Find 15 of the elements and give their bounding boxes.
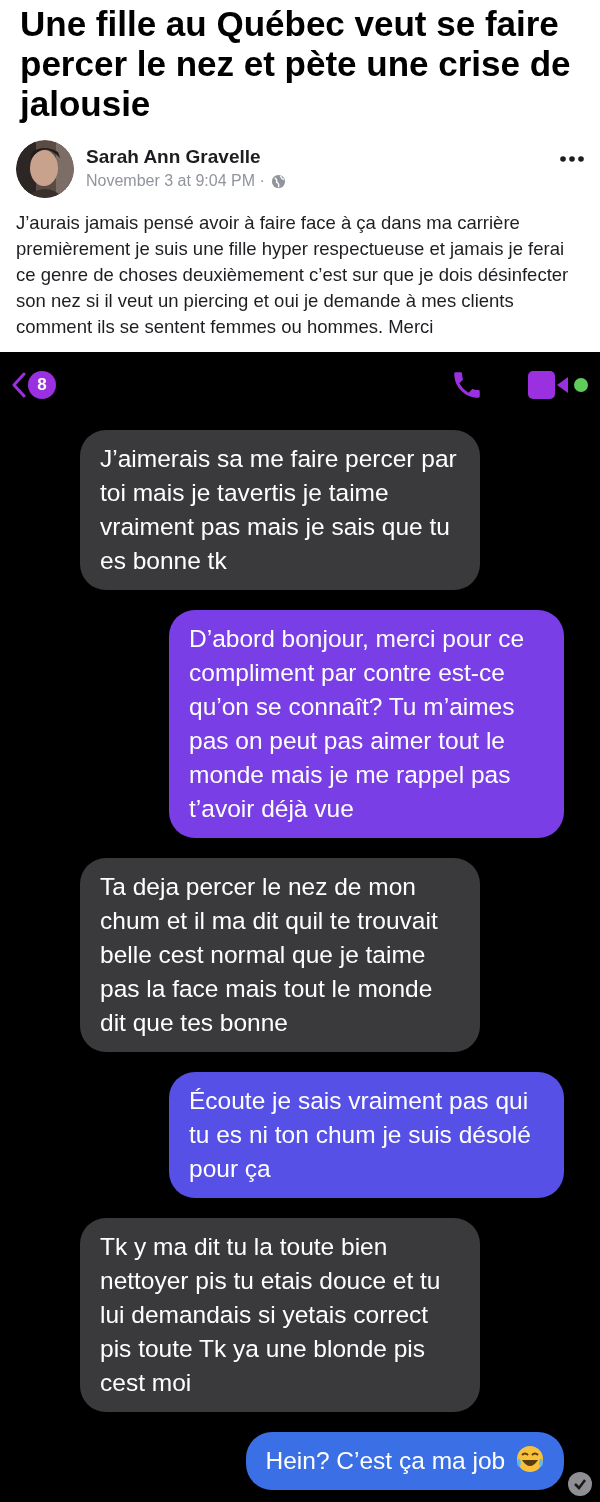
message-bubble: J’aimerais sa me faire percer par toi mais je tavertis je taime vraiment pas mais je sais que tu es bonne tk (80, 430, 480, 590)
post-time: November 3 at 9:04 PM · (86, 171, 265, 191)
more-icon[interactable] (560, 156, 584, 162)
author-name[interactable]: Sarah Ann Gravelle (86, 145, 548, 169)
post-text: J’aurais jamais pensé avoir à faire face à ça dans ma carrière premièrement je suis une fille hyper respectueuse et jamais je ferai ce genre de choses deuxièmement c’est sur que je dois désinfecter son nez si il veut un piercing et oui je demande à mes clients comment ils se sentent femmes ou hommes. Merci (16, 211, 570, 339)
unread-count-badge: 8 (28, 371, 56, 399)
back-icon[interactable] (12, 372, 26, 398)
video-call-icon[interactable] (528, 371, 570, 399)
message-bubble: Tk y ma dit tu la toute bien nettoyer pis tu etais douce et tu lui demandais si yetais correct pis toute Tk ya une blonde pis cest moi (80, 1218, 480, 1412)
headline: Une fille au Québec veut se faire percer le nez et pète une crise de jalousie (20, 4, 572, 124)
message-bubble: Hein? C’est ça ma job (245, 1432, 564, 1490)
globe-icon (270, 173, 286, 189)
message-bubble: Écoute je sais vraiment pas qui tu es ni ton chum je suis désolé pour ça (169, 1072, 564, 1198)
message-bubble: D’abord bonjour, merci pour ce compliment par contre est-ce qu’on se connaît? Tu m’aimes pas on peut pas aimer tout le monde mais je me rappel pas t’avoir déjà vue (169, 610, 564, 838)
message-bubble: Ta deja percer le nez de mon chum et il ma dit quil te trouvait belle cest normal que je taime pas la face mais tout le monde dit que tes bonne (80, 858, 480, 1052)
